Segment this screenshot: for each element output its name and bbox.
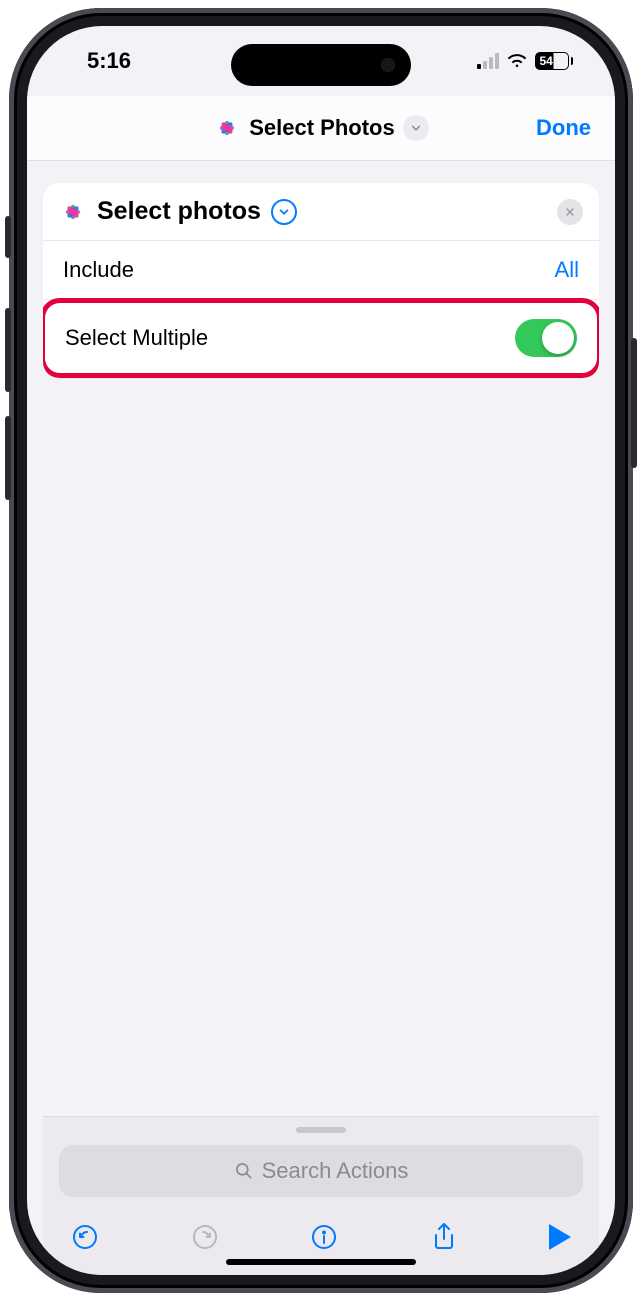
content-spacer <box>43 378 599 1116</box>
nav-header: Select Photos Done <box>27 96 615 161</box>
dynamic-island <box>231 44 411 86</box>
chevron-down-icon[interactable] <box>403 115 429 141</box>
header-title: Select Photos <box>249 115 394 141</box>
toggle-knob <box>542 322 574 354</box>
content-area: Select photos Include All Select Multipl… <box>27 161 615 1275</box>
search-placeholder: Search Actions <box>262 1158 409 1184</box>
select-multiple-toggle[interactable] <box>515 319 577 357</box>
status-right: 54 <box>477 48 574 74</box>
status-time: 5:16 <box>87 48 131 74</box>
search-icon <box>234 1161 254 1181</box>
include-row[interactable]: Include All <box>43 241 599 300</box>
info-button[interactable] <box>310 1223 338 1251</box>
clear-action-button[interactable] <box>557 199 583 225</box>
side-button-silence <box>5 216 11 258</box>
action-header-row[interactable]: Select photos <box>43 183 599 241</box>
bottom-sheet[interactable]: Search Actions <box>43 1116 599 1197</box>
select-multiple-highlight: Select Multiple <box>43 298 599 378</box>
select-multiple-label: Select Multiple <box>65 325 208 351</box>
action-title: Select photos <box>97 197 261 226</box>
phone-frame: 5:16 54 <box>9 8 633 1293</box>
undo-button[interactable] <box>71 1223 99 1251</box>
include-value[interactable]: All <box>555 257 579 283</box>
cellular-icon <box>477 53 499 69</box>
screen: 5:16 54 <box>27 26 615 1275</box>
done-button[interactable]: Done <box>536 115 591 141</box>
home-indicator[interactable] <box>226 1259 416 1265</box>
photos-app-icon <box>59 198 87 226</box>
header-title-group[interactable]: Select Photos <box>213 114 428 142</box>
photos-app-icon <box>213 114 241 142</box>
select-multiple-row[interactable]: Select Multiple <box>45 303 597 373</box>
side-button-vol-down <box>5 416 11 500</box>
action-card: Select photos Include All Select Multipl… <box>43 183 599 378</box>
share-button[interactable] <box>430 1223 458 1251</box>
redo-button <box>191 1223 219 1251</box>
side-button-vol-up <box>5 308 11 392</box>
expand-action-icon[interactable] <box>271 199 297 225</box>
include-label: Include <box>63 257 134 283</box>
battery-icon: 54 <box>535 52 574 70</box>
battery-percent: 54 <box>540 54 553 68</box>
search-actions-input[interactable]: Search Actions <box>59 1145 583 1197</box>
side-button-power <box>631 338 637 468</box>
run-button[interactable] <box>549 1224 571 1250</box>
sheet-grabber[interactable] <box>296 1127 346 1133</box>
wifi-icon <box>506 48 528 74</box>
